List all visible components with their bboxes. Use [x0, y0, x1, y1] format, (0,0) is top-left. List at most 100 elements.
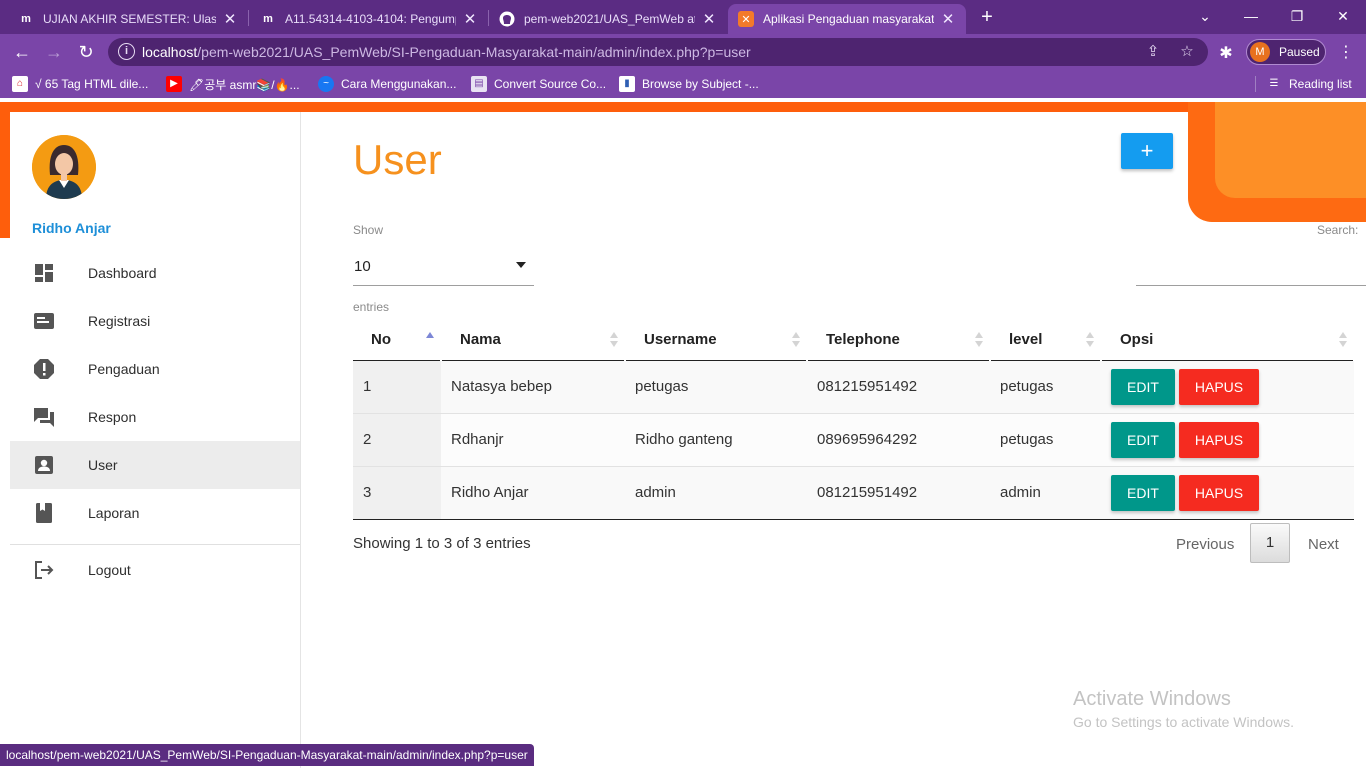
edit-button[interactable]: EDIT: [1111, 368, 1175, 405]
column-header-no[interactable]: No: [353, 320, 442, 361]
windows-activation-title: Activate Windows: [1073, 688, 1231, 710]
bookmarks-separator: [1255, 76, 1256, 92]
sidebar-item-dashboard[interactable]: Dashboard: [10, 249, 300, 297]
restore-button[interactable]: ❐: [1274, 5, 1320, 27]
bookmark-star-icon[interactable]: ☆: [1178, 43, 1196, 61]
page-icon: ▤: [471, 76, 487, 92]
site-info-icon[interactable]: i: [118, 43, 135, 60]
cell-opsi: EDIT HAPUS: [1101, 413, 1354, 467]
url-host: localhost: [142, 44, 198, 60]
column-header-level[interactable]: level: [990, 320, 1102, 361]
cell-username: admin: [625, 466, 807, 520]
column-header-nama[interactable]: Nama: [441, 320, 626, 361]
entries-length-value: 10: [354, 258, 371, 275]
sidebar-item-respon[interactable]: Respon: [10, 393, 300, 441]
sidebar-item-label: Registrasi: [88, 313, 151, 329]
tab-separator: [248, 10, 249, 26]
bookmark-2[interactable]: ▶ 🖊공부 asmr📚/🔥...: [166, 75, 300, 93]
cell-telephone: 089695964292: [807, 413, 990, 467]
browser-tab-4-active[interactable]: ✕ Aplikasi Pengaduan masyarakat ✕: [728, 4, 966, 34]
more-menu-icon[interactable]: ⋮: [1338, 42, 1354, 62]
sort-icon: [792, 332, 800, 348]
bookmarks-bar: ⌂ √ 65 Tag HTML dile... ▶ 🖊공부 asmr📚/🔥...…: [0, 70, 1366, 98]
sidebar-item-user[interactable]: User: [10, 441, 300, 489]
column-label: Nama: [460, 331, 501, 349]
close-tab-icon[interactable]: ✕: [940, 10, 956, 28]
dashboard-icon: [33, 262, 55, 284]
sidebar-item-label: Dashboard: [88, 265, 157, 281]
column-header-opsi[interactable]: Opsi: [1101, 320, 1355, 361]
main-content: User + Show 10 entries Search: No Nama U…: [301, 112, 1366, 768]
sidebar-item-pengaduan[interactable]: Pengaduan: [10, 345, 300, 393]
column-label: No: [371, 331, 391, 349]
delete-button[interactable]: HAPUS: [1178, 474, 1260, 511]
avatar: [32, 135, 96, 199]
search-input[interactable]: [1136, 250, 1366, 286]
bookmark-5[interactable]: ▮ Browse by Subject -...: [619, 75, 759, 93]
cell-nama: Ridho Anjar: [441, 466, 625, 520]
browser-toolbar: ← → ↻ i localhost/pem-web2021/UAS_PemWeb…: [0, 34, 1366, 70]
url-text[interactable]: localhost/pem-web2021/UAS_PemWeb/SI-Peng…: [142, 44, 751, 60]
moodle-icon: m: [263, 13, 273, 25]
account-box-icon: [33, 454, 55, 476]
browser-tab-2[interactable]: m A11.54314-4103-4104: Pengump ✕: [250, 4, 488, 34]
reload-button[interactable]: ↻: [74, 40, 98, 64]
forward-button[interactable]: →: [42, 40, 66, 64]
cell-nama: Natasya bebep: [441, 360, 625, 414]
sort-asc-icon: [426, 332, 434, 348]
logout-icon: [33, 559, 55, 581]
delete-button[interactable]: HAPUS: [1178, 421, 1260, 458]
close-tab-icon[interactable]: ✕: [701, 10, 717, 28]
minimize-button[interactable]: —: [1228, 5, 1274, 27]
edit-button[interactable]: EDIT: [1111, 474, 1175, 511]
share-icon[interactable]: ⇪: [1144, 43, 1162, 61]
close-tab-icon[interactable]: ✕: [222, 10, 238, 28]
back-button[interactable]: ←: [10, 40, 34, 64]
github-icon: [499, 11, 515, 27]
sidebar-item-label: User: [88, 457, 118, 473]
profile-button[interactable]: M Paused: [1246, 39, 1326, 65]
sidebar-item-laporan[interactable]: Laporan: [10, 489, 300, 537]
bookmark-1[interactable]: ⌂ √ 65 Tag HTML dile...: [12, 75, 148, 93]
extensions-puzzle-icon[interactable]: ✱: [1216, 43, 1236, 63]
address-bar[interactable]: i localhost/pem-web2021/UAS_PemWeb/SI-Pe…: [108, 38, 1208, 66]
bookmark-4[interactable]: ▤ Convert Source Co...: [471, 75, 606, 93]
status-bar-url: localhost/pem-web2021/UAS_PemWeb/SI-Peng…: [0, 744, 534, 766]
sidebar-item-label: Respon: [88, 409, 137, 425]
reading-list-button[interactable]: ☰ Reading list: [1266, 75, 1352, 93]
new-tab-button[interactable]: +: [976, 6, 998, 28]
reading-list-label: Reading list: [1289, 77, 1352, 91]
sort-icon: [975, 332, 983, 348]
profile-status: Paused: [1279, 45, 1320, 59]
browser-tab-3[interactable]: pem-web2021/UAS_PemWeb at p ✕: [489, 4, 727, 34]
bookmark-3[interactable]: ~ Cara Menggunakan...: [318, 75, 456, 93]
url-path: /pem-web2021/UAS_PemWeb/SI-Pengaduan-Mas…: [197, 44, 751, 60]
pagination-previous[interactable]: Previous: [1176, 536, 1234, 553]
entries-length-select[interactable]: 10: [353, 250, 534, 286]
sidebar-item-label: Laporan: [88, 505, 140, 521]
sort-icon: [1086, 332, 1094, 348]
close-window-button[interactable]: ✕: [1320, 5, 1366, 27]
cell-nama: Rdhanjr: [441, 413, 625, 467]
column-header-username[interactable]: Username: [625, 320, 808, 361]
pagination-page-current[interactable]: 1: [1250, 523, 1290, 563]
sidebar-item-label: Pengaduan: [88, 361, 160, 377]
browser-tab-1[interactable]: m UJIAN AKHIR SEMESTER: Ulasan p ✕: [8, 4, 248, 34]
table-header-row: No Nama Username Telephone level Opsi: [353, 320, 1355, 361]
tab-search-icon[interactable]: ⌄: [1182, 5, 1228, 27]
table-row: 1 Natasya bebep petugas 081215951492 pet…: [353, 360, 1354, 414]
page-title: User: [353, 136, 442, 183]
close-tab-icon[interactable]: ✕: [462, 10, 478, 28]
add-user-button[interactable]: +: [1121, 133, 1173, 169]
cell-username: petugas: [625, 360, 807, 414]
document-icon: ▮: [619, 76, 635, 92]
pagination-next[interactable]: Next: [1308, 536, 1339, 553]
user-name[interactable]: Ridho Anjar: [32, 220, 111, 236]
edit-button[interactable]: EDIT: [1111, 421, 1175, 458]
sidebar-item-registrasi[interactable]: Registrasi: [10, 297, 300, 345]
dropdown-caret-icon: [516, 262, 526, 268]
column-header-telephone[interactable]: Telephone: [807, 320, 991, 361]
sidebar-item-logout[interactable]: Logout: [10, 546, 300, 594]
delete-button[interactable]: HAPUS: [1178, 368, 1260, 405]
alert-icon: [33, 358, 55, 380]
